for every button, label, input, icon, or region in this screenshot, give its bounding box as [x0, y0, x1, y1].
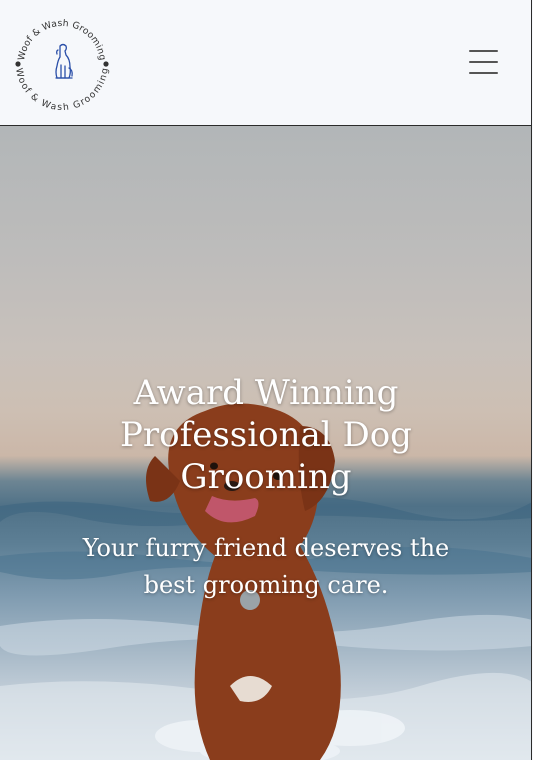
site-header: Woof & Wash Grooming Woof & Wash Groomin… — [0, 0, 532, 126]
menu-bar-bottom — [469, 72, 498, 74]
logo-text-bottom: Woof & Wash Grooming — [13, 67, 111, 113]
logo-text-top: Woof & Wash Grooming — [16, 18, 108, 62]
menu-bar-top — [469, 50, 498, 52]
hamburger-menu-icon[interactable] — [463, 47, 503, 79]
dog-icon — [55, 43, 73, 79]
logo-dot-left — [15, 61, 21, 67]
menu-bar-middle — [469, 61, 498, 63]
logo-dot-right — [103, 61, 109, 67]
hero-section: Award Winning Professional Dog Grooming … — [0, 126, 532, 760]
hero-subtitle: Your furry friend deserves the best groo… — [82, 534, 450, 599]
hero-title: Award Winning Professional Dog Grooming — [120, 373, 412, 497]
svg-text:Woof & Wash Grooming: Woof & Wash Grooming — [13, 67, 111, 113]
brand-logo[interactable]: Woof & Wash Grooming Woof & Wash Groomin… — [8, 10, 116, 118]
svg-text:Woof & Wash Grooming: Woof & Wash Grooming — [16, 18, 108, 62]
